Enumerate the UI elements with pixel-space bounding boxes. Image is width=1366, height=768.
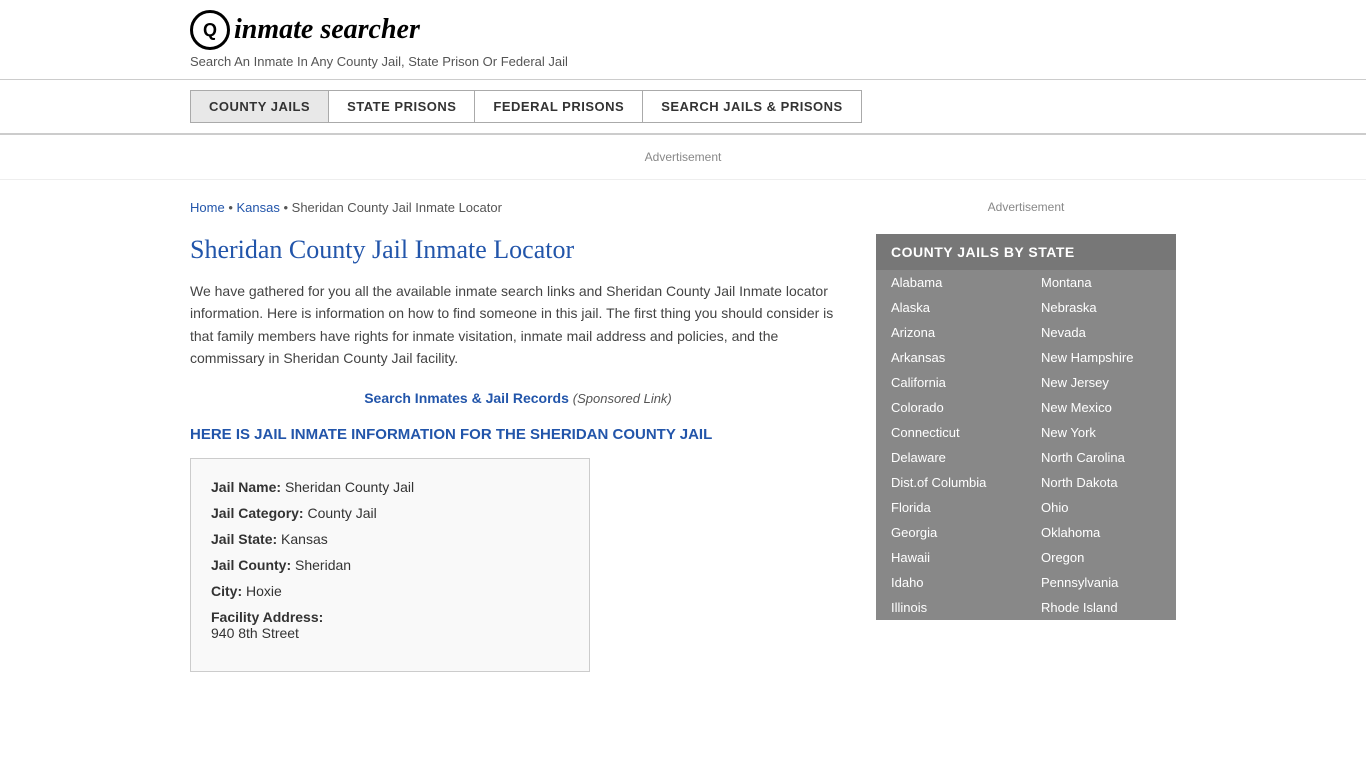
nav-state-prisons[interactable]: STATE PRISONS: [329, 90, 475, 123]
jail-info-heading: HERE IS JAIL INMATE INFORMATION FOR THE …: [190, 426, 846, 443]
jail-county-value: Sheridan: [295, 557, 351, 573]
nav-search-jails[interactable]: SEARCH JAILS & PRISONS: [643, 90, 861, 123]
state-link[interactable]: North Dakota: [1026, 470, 1176, 495]
breadcrumb-home[interactable]: Home: [190, 200, 225, 215]
breadcrumb-separator2: •: [283, 200, 291, 215]
state-link[interactable]: Illinois: [876, 595, 1026, 620]
jail-name-value: Sheridan County Jail: [285, 479, 414, 495]
state-link[interactable]: Arkansas: [876, 345, 1026, 370]
state-link[interactable]: Ohio: [1026, 495, 1176, 520]
logo-icon: Q: [190, 10, 230, 50]
main-content: Home • Kansas • Sheridan County Jail Inm…: [190, 180, 846, 692]
nav-federal-prisons[interactable]: FEDERAL PRISONS: [475, 90, 643, 123]
jail-category-row: Jail Category: County Jail: [211, 505, 569, 521]
county-jails-title: COUNTY JAILS BY STATE: [876, 234, 1176, 270]
jail-city-value: Hoxie: [246, 583, 282, 599]
sponsored-link[interactable]: Search Inmates & Jail Records: [364, 390, 569, 406]
state-link[interactable]: North Carolina: [1026, 445, 1176, 470]
breadcrumb-current: Sheridan County Jail Inmate Locator: [292, 200, 502, 215]
state-link[interactable]: New Hampshire: [1026, 345, 1176, 370]
logo-area: Q inmate searcher: [190, 10, 1176, 50]
description: We have gathered for you all the availab…: [190, 280, 846, 370]
state-link[interactable]: Colorado: [876, 395, 1026, 420]
state-link[interactable]: Idaho: [876, 570, 1026, 595]
jail-name-row: Jail Name: Sheridan County Jail: [211, 479, 569, 495]
jail-address-row: Facility Address: 940 8th Street: [211, 609, 569, 641]
state-col-2: MontanaNebraskaNevadaNew HampshireNew Je…: [1026, 270, 1176, 620]
nav-bar: COUNTY JAILS STATE PRISONS FEDERAL PRISO…: [0, 80, 1366, 135]
state-link[interactable]: California: [876, 370, 1026, 395]
header: Q inmate searcher Search An Inmate In An…: [0, 0, 1366, 80]
sidebar: Advertisement COUNTY JAILS BY STATE Alab…: [876, 180, 1176, 692]
jail-city-row: City: Hoxie: [211, 583, 569, 599]
jail-category-value: County Jail: [307, 505, 376, 521]
state-link[interactable]: Rhode Island: [1026, 595, 1176, 620]
state-link[interactable]: Hawaii: [876, 545, 1026, 570]
state-link[interactable]: Pennsylvania: [1026, 570, 1176, 595]
state-link[interactable]: Oklahoma: [1026, 520, 1176, 545]
state-link[interactable]: Delaware: [876, 445, 1026, 470]
breadcrumb-state[interactable]: Kansas: [236, 200, 279, 215]
state-link[interactable]: Montana: [1026, 270, 1176, 295]
state-link[interactable]: Nebraska: [1026, 295, 1176, 320]
state-link[interactable]: Georgia: [876, 520, 1026, 545]
sponsored-link-area: Search Inmates & Jail Records (Sponsored…: [190, 390, 846, 406]
state-link[interactable]: Alabama: [876, 270, 1026, 295]
tagline: Search An Inmate In Any County Jail, Sta…: [190, 54, 1176, 69]
jail-state-label: Jail State:: [211, 531, 277, 547]
state-link[interactable]: Arizona: [876, 320, 1026, 345]
main-layout: Home • Kansas • Sheridan County Jail Inm…: [0, 180, 1366, 692]
state-link[interactable]: Connecticut: [876, 420, 1026, 445]
state-link[interactable]: New Mexico: [1026, 395, 1176, 420]
ad-bar: Advertisement: [0, 135, 1366, 180]
logo-text: inmate searcher: [234, 14, 420, 46]
jail-county-label: Jail County:: [211, 557, 291, 573]
state-link[interactable]: Florida: [876, 495, 1026, 520]
jail-address-label: Facility Address:: [211, 609, 569, 625]
sponsored-label: (Sponsored Link): [573, 391, 672, 406]
nav-county-jails[interactable]: COUNTY JAILS: [190, 90, 329, 123]
jail-address-value: 940 8th Street: [211, 625, 569, 641]
state-link[interactable]: Alaska: [876, 295, 1026, 320]
state-col-1: AlabamaAlaskaArizonaArkansasCaliforniaCo…: [876, 270, 1026, 620]
state-grid: AlabamaAlaskaArizonaArkansasCaliforniaCo…: [876, 270, 1176, 620]
breadcrumb: Home • Kansas • Sheridan County Jail Inm…: [190, 200, 846, 215]
jail-state-value: Kansas: [281, 531, 328, 547]
jail-city-label: City:: [211, 583, 242, 599]
county-jails-sidebar: COUNTY JAILS BY STATE AlabamaAlaskaArizo…: [876, 234, 1176, 620]
jail-info-box: Jail Name: Sheridan County Jail Jail Cat…: [190, 458, 590, 672]
jail-name-label: Jail Name:: [211, 479, 281, 495]
state-link[interactable]: Nevada: [1026, 320, 1176, 345]
page-title: Sheridan County Jail Inmate Locator: [190, 235, 846, 265]
jail-category-label: Jail Category:: [211, 505, 304, 521]
state-link[interactable]: New York: [1026, 420, 1176, 445]
sidebar-ad: Advertisement: [876, 200, 1176, 214]
jail-county-row: Jail County: Sheridan: [211, 557, 569, 573]
jail-state-row: Jail State: Kansas: [211, 531, 569, 547]
state-link[interactable]: New Jersey: [1026, 370, 1176, 395]
state-link[interactable]: Dist.of Columbia: [876, 470, 1026, 495]
state-link[interactable]: Oregon: [1026, 545, 1176, 570]
